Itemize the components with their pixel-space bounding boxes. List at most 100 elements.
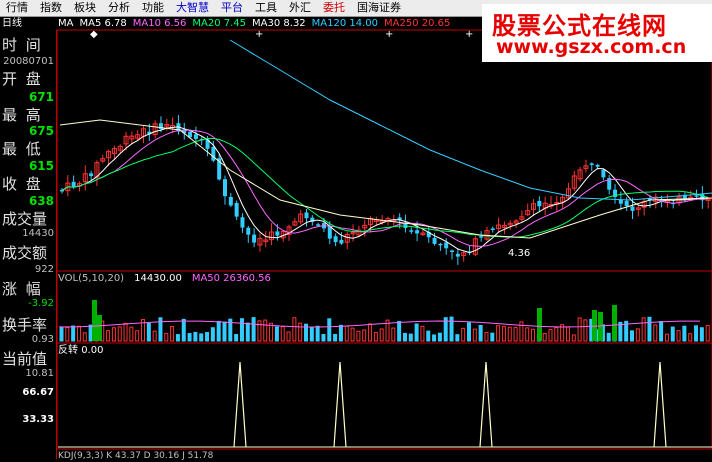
volume-bar [222,321,227,342]
candle-body [601,169,606,178]
volume-bar [420,325,425,342]
volume-bar [531,328,536,342]
candle-body [490,228,495,230]
volume-bar [467,322,471,342]
candle-body [438,243,443,246]
indicator-header: 反转 0.00 [58,345,103,357]
volume-bar [170,326,175,342]
ma5-line [61,126,709,254]
volume-header: VOL(5,10,20) 14430.00 MA50 26360.56 [58,273,281,285]
price-min-label: 4.36 [508,248,531,259]
candle-body [589,163,594,165]
candle-body [193,134,198,139]
volume-bar [688,333,693,342]
volume-bar [577,317,582,342]
volume-bar [426,330,431,342]
reversal-spike-3 [653,361,667,448]
volume-bar [117,326,122,342]
vol-header-item-2: MA50 26360.56 [191,273,271,284]
candle-body [240,217,245,228]
volume-bar [321,334,326,342]
volume-bar [507,326,512,342]
volume-bar [490,332,495,342]
top-marker-2: + [385,29,393,40]
volume-bar [280,326,285,342]
volume-bar [606,332,611,342]
volume-bar [193,331,198,342]
volume-bar [88,324,93,342]
volume-bar [315,325,320,342]
volume-bar [659,320,664,342]
volume-bar [682,325,687,342]
candle-body [618,199,623,204]
indicator-name: 反转 [58,345,78,356]
ma10-line [61,129,709,247]
volume-bar [513,326,518,342]
top-marker-3: + [465,29,473,40]
candle-body [304,212,309,219]
candle-body [630,206,635,211]
volume-bar [525,327,530,342]
indicator-value: 0.00 [81,345,104,356]
volume-bar [129,326,134,342]
candle-body [444,242,449,249]
volume-spike-3 [592,310,597,341]
volume-bar [379,328,384,342]
candle-body [89,173,94,177]
volume-bar [59,326,64,342]
volume-bar [216,320,221,342]
volume-bar [699,327,704,342]
volume-bar [397,320,402,342]
volume-bar [234,333,239,342]
vol-header-item-0: VOL(5,10,20) [58,273,125,284]
candle-body [339,239,344,244]
volume-bar [327,318,332,342]
volume-bar [414,323,419,342]
volume-spike-1 [97,315,102,341]
volume-bar [164,332,169,342]
reversal-spike-0 [233,361,247,448]
candle-body [252,234,257,243]
volume-bar [82,332,87,342]
volume-bar [239,318,244,342]
bottom-indicator-header: KDJ(9,3,3) K 43.37 D 30.16 J 51.78 [58,451,214,461]
volume-bar [432,334,437,342]
volume-bar [437,332,442,342]
candle-body [275,231,280,236]
indicator-panel-border [56,342,712,450]
candle-body [409,230,414,232]
volume-spike-0 [92,300,97,341]
volume-bar [71,325,76,342]
volume-bar [554,327,559,342]
volume-bar [350,327,355,342]
volume-bar [65,327,70,342]
volume-bar [478,324,483,342]
volume-bar [356,330,361,342]
volume-bar [635,328,640,342]
volume-bar [641,317,646,342]
volume-bar [338,324,343,342]
volume-bar [344,325,349,342]
volume-bar [408,333,413,342]
candle-body [211,146,216,161]
volume-bar [274,326,279,342]
candle-body [415,230,420,234]
volume-bar [461,327,466,342]
volume-bar [670,326,675,342]
top-marker-0: ◆ [90,29,98,40]
price-panel-border [56,29,712,272]
volume-bar [76,325,81,342]
volume-bar [187,333,192,342]
reversal-spike-2 [479,361,493,448]
volume-bar [106,330,111,342]
kline-chart[interactable]: ◆ + + + [0,0,712,459]
volume-bar [676,330,681,342]
volume-bar [373,332,378,342]
volume-bar [694,325,699,342]
volume-bar [362,329,367,342]
volume-bar [647,316,652,342]
volume-spike-2 [537,308,542,341]
volume-bar [402,332,407,342]
volume-bar [292,317,297,342]
volume-bar [630,330,634,342]
